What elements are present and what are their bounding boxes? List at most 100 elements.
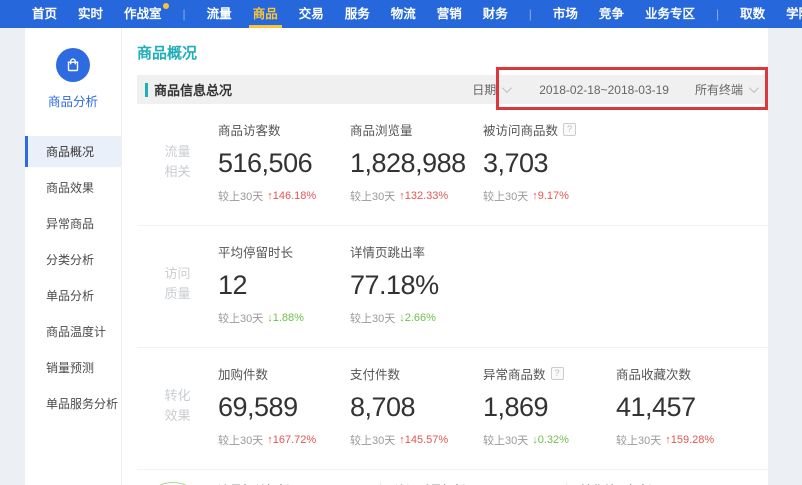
section-header-bar: 商品信息总况 日期 2018-02-18~2018-03-19 所有终端 — [137, 75, 768, 104]
metric-product-visitors: 商品访客数 516,506 较上30天 ↑146.18% — [218, 120, 350, 204]
metric-row-conversion: 转化效果 加购件数 69,589 较上30天 ↑167.72% 支付件数 8,7… — [137, 348, 768, 470]
sidebar-section-title: 商品分析 — [25, 91, 121, 110]
change-value: ↑9.17% — [532, 190, 569, 202]
compare-label: 较上30天 — [616, 432, 661, 448]
metric-value: 3,703 — [483, 148, 616, 179]
sidebar-item-product-effect[interactable]: 商品效果 — [25, 172, 121, 203]
nav-item-academy[interactable]: 学院 — [786, 0, 802, 28]
metric-value: 8,708 — [350, 392, 483, 423]
nav-item-home[interactable]: 首页 — [32, 0, 57, 28]
change-value: ↑145.57% — [399, 434, 448, 446]
sidebar-menu: 商品概况 商品效果 异常商品 分类分析 单品分析 商品温度计 销量预测 单品服务… — [25, 136, 121, 419]
metric-label: 商品浏览量 — [350, 120, 413, 139]
change-value: ↑167.72% — [267, 434, 316, 446]
compare-label: 较上30天 — [483, 432, 528, 448]
nav-item-marketing[interactable]: 营销 — [437, 0, 462, 28]
nav-item-service[interactable]: 服务 — [345, 0, 370, 28]
metrics-panel: 流量相关 商品访客数 516,506 较上30天 ↑146.18% 商品浏览量 … — [137, 104, 768, 470]
metric-label: 详情页跳出率 — [350, 242, 425, 261]
metric-value: 516,506 — [218, 148, 350, 179]
metric-label: 平均停留时长 — [218, 242, 293, 261]
page-frame: 商品分析 商品概况 商品效果 异常商品 分类分析 单品分析 商品温度计 销量预测… — [0, 28, 802, 485]
metric-label: 加购件数 — [218, 364, 268, 383]
terminal-dropdown[interactable]: 所有终端 — [695, 81, 756, 98]
nav-divider: | — [183, 7, 186, 21]
compare-label: 较上30天 — [350, 188, 395, 204]
chevron-down-icon — [749, 83, 759, 93]
change-value: ↑159.28% — [665, 434, 714, 446]
metric-abnormal-products: 异常商品数? 1,869 较上30天 ↓0.32% — [483, 364, 616, 448]
main-content: 商品概况 商品信息总况 日期 2018-02-18~2018-03-19 所有终… — [122, 28, 768, 485]
metric-product-pageviews: 商品浏览量 1,828,988 较上30天 ↑132.33% — [350, 120, 483, 204]
metric-value: 69,589 — [218, 392, 350, 423]
nav-divider: | — [716, 7, 719, 21]
nav-item-finance[interactable]: 财务 — [483, 0, 508, 28]
sidebar-item-sales-forecast[interactable]: 销量预测 — [25, 352, 121, 383]
change-value: ↓0.32% — [532, 434, 569, 446]
sidebar-item-product-overview[interactable]: 商品概况 — [25, 136, 121, 167]
sidebar-item-single-product-service[interactable]: 单品服务分析 — [25, 388, 121, 419]
metric-value: 1,869 — [483, 392, 616, 423]
date-range-picker[interactable]: 2018-02-18~2018-03-19 — [539, 83, 669, 97]
metric-paid-items: 支付件数 8,708 较上30天 ↑145.57% — [350, 364, 483, 448]
metric-label: 被访问商品数 — [483, 120, 558, 139]
change-value: ↓1.88% — [267, 312, 304, 324]
nav-item-realtime[interactable]: 实时 — [78, 0, 103, 28]
compare-label: 较上30天 — [350, 310, 395, 326]
metric-value: 12 — [218, 270, 350, 301]
filter-controls: 日期 2018-02-18~2018-03-19 所有终端 — [472, 81, 756, 98]
help-icon[interactable]: ? — [563, 123, 576, 136]
nav-item-business-zone[interactable]: 业务专区 — [645, 0, 695, 28]
help-icon[interactable]: ? — [551, 367, 564, 380]
metric-value: 1,828,988 — [350, 148, 483, 179]
group-label-conversion: 转化效果 — [137, 364, 218, 448]
change-value: ↓2.66% — [399, 312, 436, 324]
section-accent-bar — [145, 83, 148, 97]
compare-label: 较上30天 — [218, 432, 263, 448]
compare-label: 较上30天 — [483, 188, 528, 204]
group-label-traffic: 流量相关 — [137, 120, 218, 204]
metric-visited-products: 被访问商品数? 3,703 较上30天 ↑9.17% — [483, 120, 616, 204]
change-value: ↑132.33% — [399, 190, 448, 202]
metric-cart-adds: 加购件数 69,589 较上30天 ↑167.72% — [218, 364, 350, 448]
top-nav: 首页 实时 作战室 | 流量 商品 交易 服务 物流 营销 财务 | 市场 竞争… — [0, 0, 802, 28]
sidebar: 商品分析 商品概况 商品效果 异常商品 分类分析 单品分析 商品温度计 销量预测… — [25, 28, 122, 485]
chevron-down-icon — [502, 83, 512, 93]
sidebar-item-category-analysis[interactable]: 分类分析 — [25, 244, 121, 275]
insights-section: 7天 数据解读 流量相关解析 访问质量解析 虽然商品详情页日均跳出率比同行平均好… — [137, 470, 768, 485]
sidebar-item-abnormal-products[interactable]: 异常商品 — [25, 208, 121, 239]
sidebar-header: 商品分析 — [25, 28, 121, 110]
change-value: ↑146.18% — [267, 190, 316, 202]
sidebar-item-single-product-analysis[interactable]: 单品分析 — [25, 280, 121, 311]
metric-label: 支付件数 — [350, 364, 400, 383]
metric-row-visit-quality: 访问质量 平均停留时长 12 较上30天 ↓1.88% 详情页跳出率 77.18… — [137, 226, 768, 348]
metric-value: 77.18% — [350, 270, 483, 301]
metric-row-traffic: 流量相关 商品访客数 516,506 较上30天 ↑146.18% 商品浏览量 … — [137, 104, 768, 226]
metric-detail-bounce-rate: 详情页跳出率 77.18% 较上30天 ↓2.66% — [350, 242, 483, 326]
nav-divider: | — [529, 7, 532, 21]
nav-item-market[interactable]: 市场 — [553, 0, 578, 28]
metric-product-favorites: 商品收藏次数 41,457 较上30天 ↑159.28% — [616, 364, 749, 448]
metric-label: 商品访客数 — [218, 120, 281, 139]
compare-label: 较上30天 — [350, 432, 395, 448]
sidebar-item-product-thermometer[interactable]: 商品温度计 — [25, 316, 121, 347]
nav-item-logistics[interactable]: 物流 — [391, 0, 416, 28]
metric-label: 异常商品数 — [483, 364, 546, 383]
nav-item-product[interactable]: 商品 — [253, 0, 278, 28]
nav-item-trade[interactable]: 交易 — [299, 0, 324, 28]
compare-label: 较上30天 — [218, 310, 263, 326]
nav-item-competition[interactable]: 竞争 — [599, 0, 624, 28]
metric-avg-stay-time: 平均停留时长 12 较上30天 ↓1.88% — [218, 242, 350, 326]
date-type-dropdown[interactable]: 日期 — [472, 81, 509, 98]
group-label-visit-quality: 访问质量 — [137, 242, 218, 326]
compare-label: 较上30天 — [218, 188, 263, 204]
metric-label: 商品收藏次数 — [616, 364, 691, 383]
page-title: 商品概况 — [137, 42, 768, 63]
section-title: 商品信息总况 — [154, 80, 232, 99]
nav-item-war-room[interactable]: 作战室 — [124, 0, 162, 28]
nav-item-traffic[interactable]: 流量 — [207, 0, 232, 28]
product-analysis-icon — [56, 48, 90, 82]
metric-value: 41,457 — [616, 392, 749, 423]
notification-dot — [163, 3, 169, 9]
nav-item-data-extract[interactable]: 取数 — [740, 0, 765, 28]
